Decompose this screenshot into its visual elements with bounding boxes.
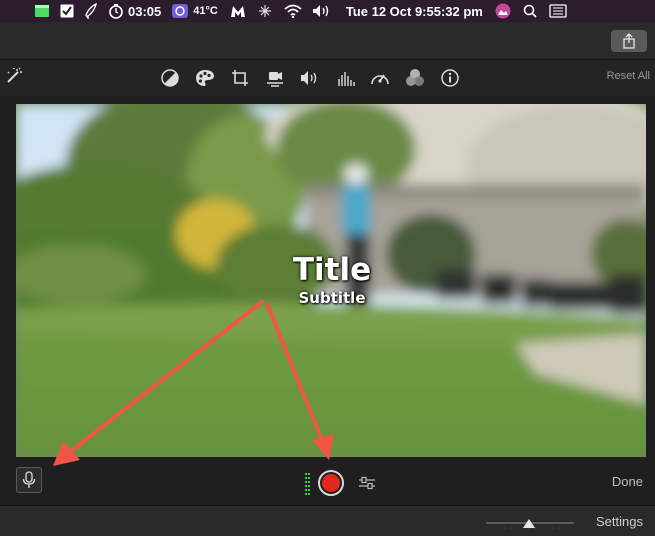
sliders-icon [359, 476, 375, 490]
title-text[interactable]: Title [18, 252, 646, 288]
cpu-monitor-icon[interactable] [171, 3, 189, 19]
timer-value: 03:05 [128, 3, 162, 19]
voiceover-button[interactable] [16, 467, 42, 493]
clip-filter-icon[interactable] [405, 68, 425, 88]
enhance-wand-icon[interactable] [4, 66, 24, 91]
adjustments-bar: Reset All [0, 60, 655, 96]
malwarebytes-icon[interactable] [230, 4, 246, 18]
timer-icon[interactable] [108, 3, 124, 19]
temperature-readout: 41°C [193, 5, 218, 17]
menu-bar: 03:05 41°C Tue 12 Oct 9:55:32 pm [0, 0, 655, 22]
share-icon [623, 33, 635, 49]
color-correction-icon[interactable] [195, 68, 215, 88]
crop-icon[interactable] [230, 68, 250, 88]
speed-icon[interactable] [370, 68, 390, 88]
audio-level-meter-icon [305, 473, 311, 495]
record-voiceover-button[interactable] [318, 470, 344, 496]
microphone-icon [22, 471, 36, 488]
volume-icon[interactable] [300, 68, 320, 88]
settings-button[interactable]: Settings [596, 514, 643, 529]
stabilization-icon[interactable] [265, 68, 285, 88]
battery-icon[interactable] [34, 4, 50, 18]
color-balance-icon[interactable] [160, 68, 180, 88]
timeline-footer: Settings [0, 505, 655, 536]
done-button[interactable]: Done [612, 474, 643, 489]
video-viewer[interactable]: Title Subtitle [16, 104, 646, 457]
wifi-icon[interactable] [284, 4, 302, 18]
checklist-icon[interactable] [60, 4, 74, 18]
voiceover-options-button[interactable] [358, 475, 376, 496]
pen-app-icon[interactable] [84, 3, 98, 19]
reset-all-button[interactable]: Reset All [607, 70, 650, 82]
spotlight-search-icon[interactable] [523, 4, 537, 18]
title-overlay[interactable]: Title Subtitle [16, 252, 646, 307]
noise-reduction-icon[interactable] [336, 68, 356, 88]
voiceover-controls: Done [0, 457, 655, 505]
dropbox-icon[interactable] [258, 4, 272, 18]
info-icon[interactable] [440, 68, 460, 88]
user-avatar-icon[interactable] [495, 3, 511, 19]
clock-datetime[interactable]: Tue 12 Oct 9:55:32 pm [346, 4, 483, 19]
record-icon [322, 474, 340, 492]
toolbar [0, 22, 655, 60]
timeline-zoom-slider[interactable] [486, 516, 574, 529]
share-button[interactable] [611, 30, 647, 52]
control-center-icon[interactable] [549, 4, 567, 18]
subtitle-text[interactable]: Subtitle [18, 289, 646, 307]
volume-icon[interactable] [312, 4, 332, 18]
